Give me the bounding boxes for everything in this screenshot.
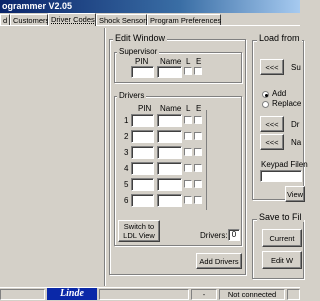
radio-replace-label: Replace [272, 99, 302, 108]
driver-pin-input[interactable] [131, 114, 154, 127]
tab-partial[interactable]: d [0, 14, 10, 25]
status-panel-middle [99, 289, 189, 300]
supervisor-name-input[interactable] [157, 66, 182, 78]
driver-row-number: 4 [124, 164, 129, 173]
driver-pin-input[interactable] [131, 178, 154, 191]
driver-row-number: 2 [124, 132, 129, 141]
load-supervisor-label: Su [291, 63, 301, 72]
driver-row-number: 5 [124, 180, 129, 189]
driver-pin-input[interactable] [131, 146, 154, 159]
supervisor-title: Supervisor [117, 47, 160, 57]
load-names-button[interactable]: <<< [260, 134, 284, 150]
supervisor-l-header: L [186, 57, 191, 66]
driver-l-checkbox[interactable] [184, 116, 192, 124]
driver-row-number: 1 [124, 116, 129, 125]
connection-status: Not connected [219, 289, 285, 300]
driver-l-checkbox[interactable] [184, 148, 192, 156]
drivers-title: Drivers [117, 91, 147, 101]
radio-replace[interactable] [262, 101, 269, 108]
save-current-button[interactable]: Current [262, 229, 302, 247]
supervisor-pin-input[interactable] [131, 66, 154, 78]
supervisor-e-checkbox[interactable] [194, 67, 202, 75]
edit-window-title: Edit Window [113, 33, 168, 43]
driver-pin-input[interactable] [131, 162, 154, 175]
drivers-count-label: Drivers: [200, 231, 228, 240]
driver-name-input[interactable] [157, 178, 182, 191]
keypad-file-input[interactable] [260, 170, 302, 182]
linde-logo: Linde [47, 288, 97, 300]
supervisor-e-header: E [196, 57, 202, 66]
driver-l-checkbox[interactable] [184, 196, 192, 204]
driver-l-checkbox[interactable] [184, 132, 192, 140]
driver-name-input[interactable] [157, 130, 182, 143]
tab-driver-codes[interactable]: Driver Codes [48, 13, 96, 26]
tab-program-preferences[interactable]: Program Preferences [147, 14, 221, 25]
drivers-count-value: 0 [228, 229, 240, 241]
status-panel-left [0, 289, 45, 300]
driver-e-checkbox[interactable] [194, 180, 202, 188]
driver-name-input[interactable] [157, 114, 182, 127]
driver-e-checkbox[interactable] [194, 148, 202, 156]
save-to-file-group [252, 219, 304, 279]
driver-e-checkbox[interactable] [194, 132, 202, 140]
load-drivers-label: Dr [291, 120, 300, 129]
load-names-label: Na [291, 138, 302, 147]
driver-row-number: 3 [124, 148, 129, 157]
drivers-e-header: E [196, 104, 202, 113]
driver-l-checkbox[interactable] [184, 180, 192, 188]
drivers-pin-header: PIN [138, 104, 152, 113]
save-to-file-title: Save to Fil [257, 212, 304, 222]
radio-add-label: Add [272, 89, 287, 98]
driver-e-checkbox[interactable] [194, 164, 202, 172]
save-edit-window-button[interactable]: Edit W [262, 251, 302, 269]
load-from-title: Load from [257, 33, 302, 43]
drivers-name-header: Name [160, 104, 182, 113]
load-supervisor-button[interactable]: <<< [260, 59, 284, 75]
status-dash: - [191, 289, 217, 300]
switch-ldl-view-button[interactable]: Switch to LDL View [118, 220, 160, 242]
left-column-divider [104, 28, 105, 286]
driver-name-input[interactable] [157, 194, 182, 207]
driver-pin-input[interactable] [131, 194, 154, 207]
driver-name-input[interactable] [157, 162, 182, 175]
driver-e-checkbox[interactable] [194, 196, 202, 204]
view-button[interactable]: View [285, 186, 305, 202]
driver-row-number: 6 [124, 196, 129, 205]
window-title: ogrammer V2.05 [0, 0, 300, 13]
driver-pin-input[interactable] [131, 130, 154, 143]
drivers-l-header: L [186, 104, 191, 113]
keypad-file-label: Keypad Filen [261, 160, 308, 169]
add-drivers-button[interactable]: Add Drivers [196, 253, 242, 269]
drivers-list-edge [206, 110, 207, 210]
driver-e-checkbox[interactable] [194, 116, 202, 124]
load-drivers-button[interactable]: <<< [260, 116, 284, 132]
radio-add[interactable] [262, 91, 269, 98]
supervisor-l-checkbox[interactable] [184, 67, 192, 75]
tab-customers[interactable]: Customers [10, 14, 49, 25]
driver-name-input[interactable] [157, 146, 182, 159]
driver-l-checkbox[interactable] [184, 164, 192, 172]
status-panel-right [287, 289, 300, 300]
tab-shock-sensors[interactable]: Shock Sensors [96, 14, 149, 25]
